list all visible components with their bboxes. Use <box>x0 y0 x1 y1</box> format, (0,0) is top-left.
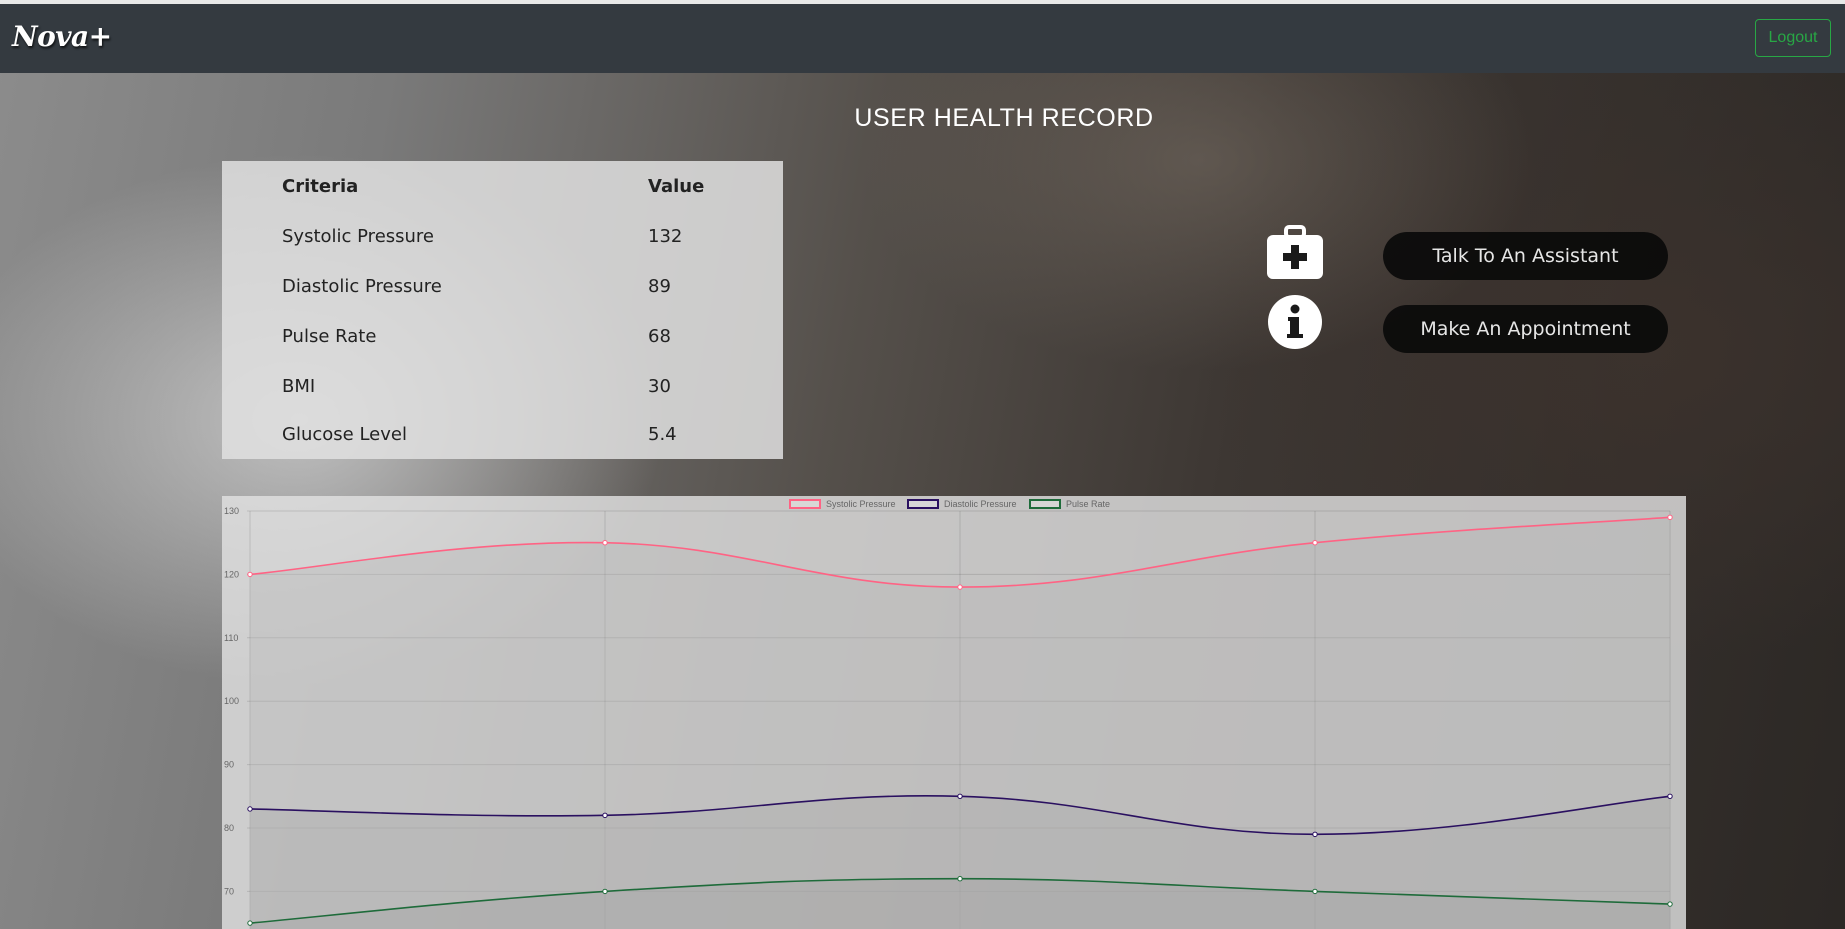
logout-button[interactable]: Logout <box>1755 19 1831 57</box>
criteria-cell: Glucose Level <box>282 423 407 445</box>
pulse-rate-point <box>247 920 253 926</box>
criteria-cell: Diastolic Pressure <box>282 275 442 297</box>
diastolic-pressure-point <box>247 806 253 812</box>
brand-logo[interactable]: Nova+ <box>12 20 112 53</box>
health-record-table: Criteria Value Systolic Pressure 132 Dia… <box>222 161 783 459</box>
y-tick-label: 70 <box>224 886 234 896</box>
criteria-cell: BMI <box>282 375 316 397</box>
pulse-rate-point <box>957 876 963 882</box>
table-row: Pulse Rate 68 <box>222 311 783 361</box>
table-row: Glucose Level 5.4 <box>222 409 783 459</box>
table-row: Diastolic Pressure 89 <box>222 261 783 311</box>
criteria-cell: Systolic Pressure <box>282 225 435 247</box>
diastolic-pressure-legend-label: Diastolic Pressure <box>944 499 1017 509</box>
pulse-rate-point <box>602 888 608 895</box>
page-title: USER HEALTH RECORD <box>854 104 1154 132</box>
vitals-line-chart: 70 80 90 100 110 120 130 Systolic Pressure Diast… <box>222 496 1686 929</box>
value-cell: 132 <box>648 225 683 247</box>
diastolic-pressure-point <box>957 793 963 799</box>
value-cell: 89 <box>648 275 671 297</box>
value-cell: 68 <box>648 325 671 347</box>
criteria-cell: Pulse Rate <box>282 325 377 347</box>
diastolic-pressure-legend-swatch <box>907 499 939 509</box>
pulse-rate-point <box>1312 888 1318 895</box>
diastolic-pressure-point <box>602 812 608 819</box>
diastolic-pressure-point <box>1667 793 1673 799</box>
value-cell: 5.4 <box>648 423 677 445</box>
systolic-pressure-point <box>1312 540 1318 546</box>
y-tick-label: 130 <box>224 506 239 516</box>
systolic-pressure-legend-label: Systolic Pressure <box>826 499 896 509</box>
navbar: Nova+ Logout <box>0 4 1845 73</box>
y-tick-label: 80 <box>224 823 234 833</box>
systolic-pressure-point <box>602 540 608 546</box>
diastolic-pressure-point <box>1312 831 1318 838</box>
criteria-header: Criteria <box>282 175 359 197</box>
y-tick-label: 90 <box>224 760 234 770</box>
systolic-pressure-point <box>957 584 963 590</box>
make-appointment-button[interactable]: Make An Appointment <box>1383 305 1668 353</box>
systolic-pressure-legend-swatch <box>789 499 821 509</box>
systolic-pressure-point <box>247 571 253 578</box>
value-header: Value <box>648 175 705 197</box>
table-row: BMI 30 <box>222 361 783 411</box>
chart-canvas: 70 80 90 100 110 120 130 Systolic Pressure Diast… <box>224 499 1673 929</box>
y-tick-label: 110 <box>224 633 238 643</box>
talk-to-assistant-button[interactable]: Talk To An Assistant <box>1383 232 1668 280</box>
medkit-icon[interactable] <box>1266 225 1324 281</box>
value-cell: 30 <box>648 375 671 397</box>
pulse-rate-point <box>1667 901 1673 907</box>
y-tick-label: 120 <box>224 569 239 579</box>
systolic-pressure-point <box>1667 514 1673 521</box>
info-circle-icon[interactable] <box>1266 294 1324 350</box>
pulse-rate-legend-label: Pulse Rate <box>1066 499 1110 509</box>
table-row: Systolic Pressure 132 <box>222 211 783 261</box>
pulse-rate-legend-swatch <box>1029 499 1061 509</box>
y-tick-label: 100 <box>224 696 239 706</box>
table-header-row: Criteria Value <box>222 161 783 211</box>
